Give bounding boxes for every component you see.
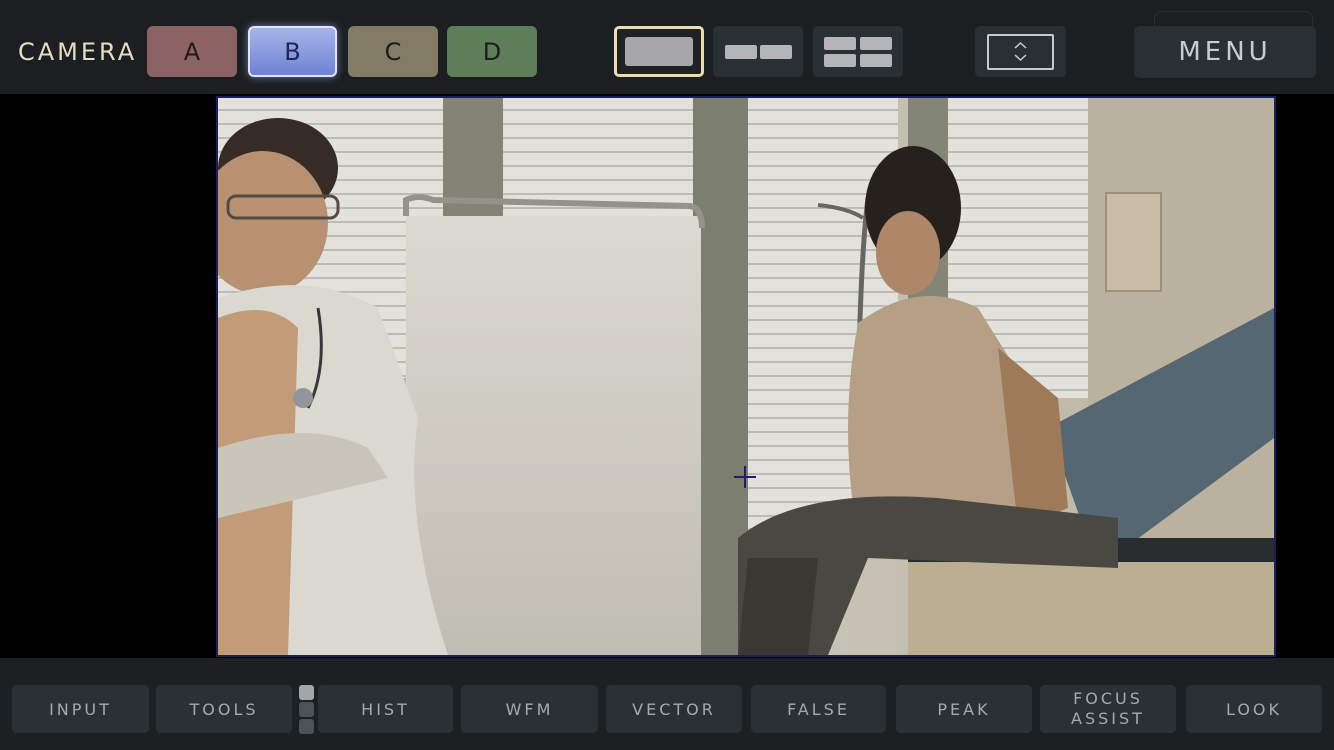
hist-button[interactable]: HIST — [318, 685, 453, 733]
expand-collapse-icon — [987, 34, 1054, 70]
wfm-button[interactable]: WFM — [461, 685, 598, 733]
expand-button[interactable] — [975, 26, 1066, 77]
bottom-toolbar: INPUT TOOLS HIST WFM VECTOR FALSE PEAK F… — [0, 658, 1334, 750]
pager-dot-1[interactable] — [299, 685, 314, 700]
focus-assist-button[interactable]: FOCUS ASSIST — [1040, 685, 1176, 733]
menu-button[interactable]: MENU — [1134, 26, 1316, 78]
top-bar: CAMERA A B C D MENU — [0, 0, 1334, 94]
vector-button[interactable]: VECTOR — [606, 685, 742, 733]
camera-c-button[interactable]: C — [348, 26, 438, 77]
menu-tab-outline — [1154, 11, 1313, 27]
video-viewer[interactable] — [0, 94, 1334, 658]
look-button[interactable]: LOOK — [1186, 685, 1322, 733]
single-view-button[interactable] — [614, 26, 704, 77]
dual-view-button[interactable] — [713, 26, 803, 77]
camera-a-button[interactable]: A — [147, 26, 237, 77]
false-color-button[interactable]: FALSE — [751, 685, 886, 733]
pager-dot-3[interactable] — [299, 719, 314, 734]
quad-view-button[interactable] — [813, 26, 903, 77]
camera-d-button[interactable]: D — [447, 26, 537, 77]
pager-dot-2[interactable] — [299, 702, 314, 717]
camera-b-button[interactable]: B — [248, 26, 337, 77]
focus-assist-label-line1: FOCUS — [1073, 689, 1143, 708]
camera-label: CAMERA — [18, 38, 138, 66]
single-view-icon — [625, 37, 693, 66]
crosshair-icon — [734, 466, 756, 488]
peak-button[interactable]: PEAK — [896, 685, 1032, 733]
input-button[interactable]: INPUT — [12, 685, 149, 733]
focus-assist-label-line2: ASSIST — [1071, 709, 1145, 728]
camera-feed-image — [216, 96, 1276, 657]
tools-button[interactable]: TOOLS — [156, 685, 292, 733]
